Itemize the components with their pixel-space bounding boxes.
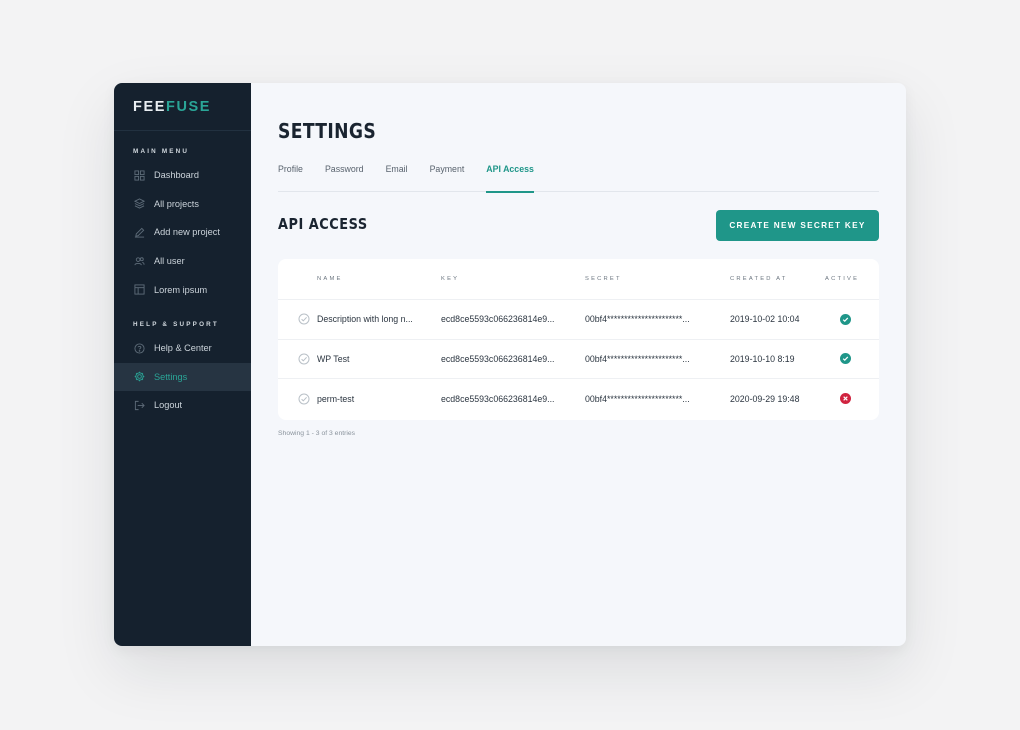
header-created-at[interactable]: CREATED AT [730, 276, 825, 282]
header-name[interactable]: NAME [317, 276, 441, 282]
page-title: SETTINGS [278, 119, 377, 143]
main-menu-label: MAIN MENU [133, 148, 190, 155]
cell-created-at: 2020-09-29 19:48 [730, 393, 800, 404]
cell-secret: 00bf4**********************... [585, 393, 690, 404]
layers-icon [133, 198, 145, 210]
table-row[interactable]: Description with long n... ecd8ce5593c06… [278, 300, 879, 340]
header-key[interactable]: KEY [441, 276, 585, 282]
check-circle-icon[interactable] [298, 313, 310, 325]
cell-key: ecd8ce5593c066236814e9... [441, 353, 555, 364]
sidebar-item-label: Settings [154, 371, 188, 382]
sidebar-item-help-center[interactable]: Help & Center [114, 334, 251, 363]
check-circle-icon[interactable] [298, 393, 310, 405]
active-check-icon [839, 313, 851, 325]
sidebar-item-logout[interactable]: Logout [114, 391, 251, 420]
main-content: SETTINGS Profile Password Email Payment … [251, 83, 906, 646]
table-row[interactable]: perm-test ecd8ce5593c066236814e9... 00bf… [278, 379, 879, 419]
sidebar-item-all-projects[interactable]: All projects [114, 190, 251, 219]
cell-name: Description with long n... [317, 314, 413, 325]
logo-part-2: FUSE [166, 99, 212, 115]
logo[interactable]: FEEFUSE [114, 83, 251, 131]
sidebar-item-dashboard[interactable]: Dashboard [114, 161, 251, 190]
sidebar-item-label: Help & Center [154, 343, 212, 354]
cell-created-at: 2019-10-10 8:19 [730, 353, 795, 364]
header-secret[interactable]: SECRET [585, 276, 730, 282]
tab-profile[interactable]: Profile [278, 160, 303, 192]
cell-name: perm-test [317, 393, 355, 404]
sidebar-item-add-new-project[interactable]: Add new project [114, 218, 251, 247]
api-keys-table: NAME KEY SECRET CREATED AT ACTIVE Descri… [278, 259, 879, 420]
gear-icon [133, 371, 145, 383]
tab-password[interactable]: Password [325, 160, 364, 192]
sidebar-item-lorem-ipsum[interactable]: Lorem ipsum [114, 275, 251, 304]
create-secret-key-button[interactable]: CREATE NEW SECRET KEY [716, 210, 879, 241]
sidebar-item-label: Lorem ipsum [154, 284, 208, 295]
header-active[interactable]: ACTIVE [825, 276, 865, 282]
section-title: API ACCESS [278, 215, 368, 233]
table-header: NAME KEY SECRET CREATED AT ACTIVE [278, 259, 879, 300]
pencil-icon [133, 226, 145, 238]
cell-secret: 00bf4**********************... [585, 353, 690, 364]
sidebar-item-label: All user [154, 256, 185, 267]
settings-tabs: Profile Password Email Payment API Acces… [278, 160, 879, 193]
layout-icon [133, 284, 145, 296]
cell-key: ecd8ce5593c066236814e9... [441, 393, 555, 404]
check-circle-icon[interactable] [298, 353, 310, 365]
tab-payment[interactable]: Payment [430, 160, 465, 192]
sidebar-item-label: All projects [154, 198, 199, 209]
app-window: FEEFUSE MAIN MENU Dashboard All projects… [114, 83, 906, 646]
sidebar-item-settings[interactable]: Settings [114, 362, 251, 392]
sidebar-item-all-user[interactable]: All user [114, 247, 251, 276]
cell-name: WP Test [317, 353, 350, 364]
cell-secret: 00bf4**********************... [585, 314, 690, 325]
table-row[interactable]: WP Test ecd8ce5593c066236814e9... 00bf4*… [278, 340, 879, 379]
sidebar-item-label: Logout [154, 400, 183, 411]
sidebar-item-label: Add new project [154, 227, 220, 238]
sidebar-item-label: Dashboard [154, 170, 199, 181]
pagination-info: Showing 1 - 3 of 3 entries [278, 430, 356, 437]
active-check-icon [839, 353, 851, 365]
logout-icon [133, 399, 145, 411]
sidebar: FEEFUSE MAIN MENU Dashboard All projects… [114, 83, 251, 646]
cell-created-at: 2019-10-02 10:04 [730, 314, 800, 325]
help-support-label: HELP & SUPPORT [133, 320, 219, 328]
cell-key: ecd8ce5593c066236814e9... [441, 314, 555, 325]
tab-email[interactable]: Email [386, 160, 408, 192]
dashboard-icon [133, 169, 145, 181]
tab-api-access[interactable]: API Access [486, 160, 534, 193]
help-icon [133, 342, 145, 354]
inactive-x-icon [839, 393, 851, 405]
users-icon [133, 255, 145, 267]
logo-part-1: FEE [133, 99, 166, 115]
